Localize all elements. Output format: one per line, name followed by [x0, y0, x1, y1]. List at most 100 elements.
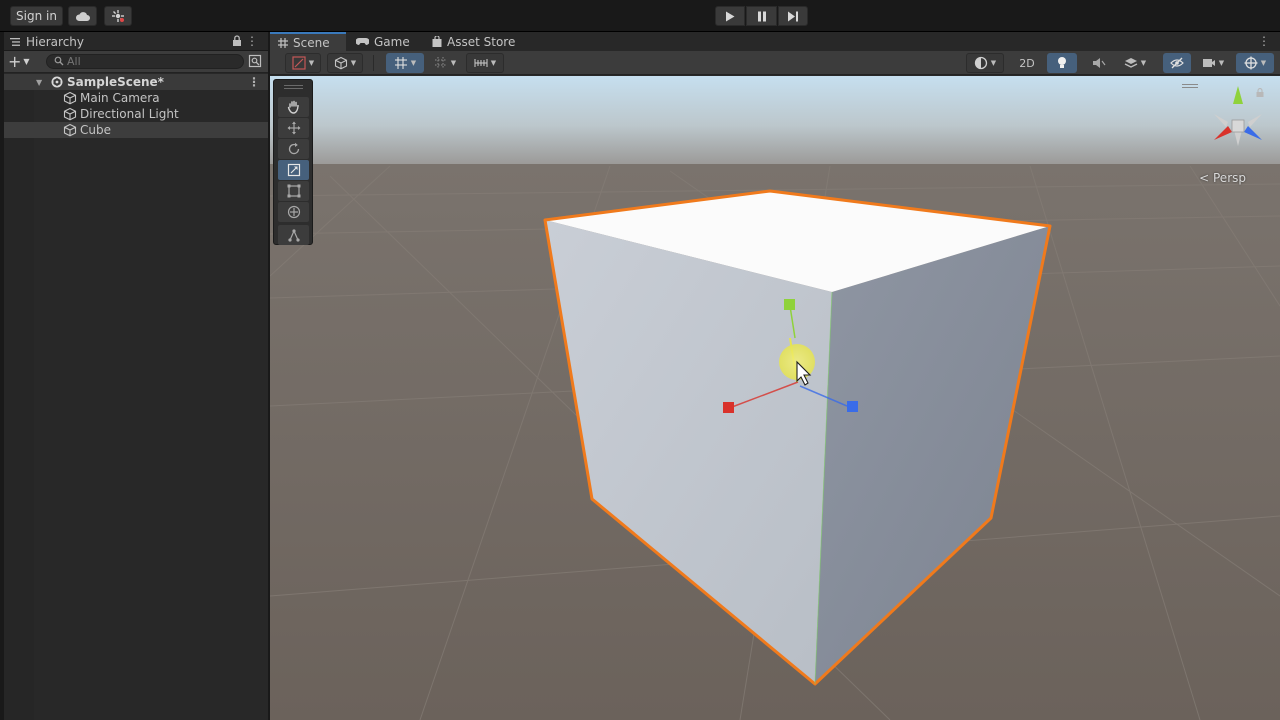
2d-toggle-button[interactable]: 2D	[1012, 53, 1042, 73]
kebab-menu-icon[interactable]: ⋮	[246, 34, 258, 48]
hierarchy-item-main-camera[interactable]: Main Camera	[4, 90, 268, 106]
tab-asset-store[interactable]: Asset Store	[424, 32, 524, 51]
gizmos-button[interactable]: ▼	[1236, 53, 1274, 73]
hierarchy-item-cube[interactable]: Cube	[4, 122, 268, 138]
ruler-icon	[474, 59, 488, 67]
hierarchy-tree: ▼ SampleScene* ⋮ Main Camera Directional…	[4, 74, 268, 138]
camera-settings-button[interactable]: ▼	[1194, 53, 1232, 73]
custom-tool[interactable]	[278, 225, 309, 245]
lock-icon[interactable]	[1256, 88, 1264, 97]
unity-scene-icon	[51, 76, 63, 88]
fold-arrow-icon[interactable]: ▼	[36, 78, 42, 87]
hierarchy-search-input[interactable]	[46, 54, 244, 69]
step-icon	[788, 11, 798, 21]
hierarchy-search-row: + ▼	[4, 51, 268, 73]
cube-icon	[334, 56, 347, 70]
gizmo-axis-neg-x[interactable]	[1214, 114, 1228, 127]
gizmo-axis-x[interactable]	[1214, 126, 1232, 140]
scale-handle-z[interactable]	[847, 401, 858, 412]
gizmo-center-cube[interactable]	[1231, 119, 1245, 133]
divider	[373, 55, 374, 71]
lighting-toggle-button[interactable]	[1047, 53, 1077, 73]
shaded-mode-icon	[292, 56, 306, 70]
gamepad-icon	[356, 38, 369, 45]
hierarchy-item-label: Cube	[80, 123, 111, 137]
collaborate-icon	[112, 10, 124, 22]
transform-icon	[287, 205, 300, 219]
grid-snap-icon	[394, 57, 407, 69]
gizmo-drag-handle[interactable]	[1182, 84, 1198, 88]
cloud-button[interactable]	[68, 6, 97, 26]
hand-icon	[287, 100, 299, 114]
layers-icon	[1124, 58, 1138, 68]
persp-label: Persp	[1213, 171, 1246, 185]
chevron-down-icon: ▼	[23, 56, 30, 66]
grid-snap-button[interactable]: ▼	[386, 53, 424, 73]
kebab-menu-icon[interactable]: ⋮	[248, 75, 260, 89]
speaker-muted-icon	[1093, 58, 1106, 68]
tool-palette	[273, 79, 313, 245]
list-icon	[10, 37, 20, 46]
collaborate-button[interactable]	[104, 6, 132, 26]
scale-handle-y[interactable]	[784, 299, 795, 310]
render-mode-button[interactable]: ▼	[327, 53, 363, 73]
chevron-down-icon: ▼	[1140, 59, 1147, 67]
grid-icon	[434, 57, 447, 69]
projection-toggle[interactable]: < Persp	[1199, 171, 1246, 185]
hierarchy-tab-bar: Hierarchy ⋮	[4, 32, 268, 51]
audio-toggle-button[interactable]	[1085, 53, 1113, 73]
pause-button[interactable]	[746, 6, 777, 26]
tab-scene[interactable]: Scene	[270, 32, 346, 51]
effects-toggle-button[interactable]: ▼	[1116, 53, 1154, 73]
play-button[interactable]	[715, 6, 745, 26]
light-bulb-icon	[1058, 57, 1066, 68]
gizmo-axis-y[interactable]	[1233, 86, 1243, 104]
pause-icon	[757, 11, 766, 21]
move-icon	[287, 121, 300, 135]
chevron-down-icon: ▼	[1218, 59, 1225, 67]
sky	[270, 76, 1280, 166]
rect-tool[interactable]	[278, 181, 309, 201]
step-button[interactable]	[778, 6, 808, 26]
gameobject-cube-icon	[63, 107, 77, 121]
rotate-icon	[288, 142, 299, 155]
orientation-toggle-button[interactable]: ▼	[966, 53, 1004, 73]
chevron-down-icon: ▼	[410, 59, 417, 67]
hierarchy-panel: Hierarchy ⋮ +▼ ▼ SampleScene* ⋮ Main Cam…	[4, 32, 268, 720]
hierarchy-item-directional-light[interactable]: Directional Light	[4, 106, 268, 122]
sign-in-button[interactable]: Sign in	[10, 6, 63, 26]
lock-icon[interactable]	[232, 35, 242, 46]
hierarchy-tab-label: Hierarchy	[26, 34, 85, 49]
camera-icon	[1202, 59, 1215, 67]
transform-tool[interactable]	[278, 202, 309, 222]
scene-row[interactable]: ▼ SampleScene* ⋮	[4, 74, 268, 90]
custom-tools-icon	[287, 229, 300, 242]
palette-drag-handle[interactable]	[284, 85, 303, 89]
scene-name: SampleScene*	[67, 75, 164, 89]
hierarchy-gutter	[4, 74, 34, 720]
gizmo-axis-neg-z[interactable]	[1248, 114, 1262, 127]
rotate-tool[interactable]	[278, 139, 309, 159]
tab-game[interactable]: Game	[348, 32, 418, 51]
hand-tool[interactable]	[278, 97, 309, 117]
chevron-down-icon: ▼	[350, 59, 357, 67]
grid-toggle-button[interactable]: ▼	[427, 53, 463, 73]
draw-mode-button[interactable]: ▼	[285, 53, 321, 73]
move-tool[interactable]	[278, 118, 309, 138]
tab-hierarchy[interactable]: Hierarchy	[4, 32, 268, 51]
add-object-button[interactable]: + ▼	[8, 51, 36, 71]
gizmo-axis-z[interactable]	[1244, 126, 1262, 140]
plus-icon: +	[8, 51, 22, 71]
scale-tool[interactable]	[278, 160, 309, 180]
hidden-objects-toggle-button[interactable]	[1163, 53, 1191, 73]
kebab-menu-icon[interactable]: ⋮	[1258, 34, 1270, 48]
increment-snap-button[interactable]: ▼	[466, 53, 504, 73]
sign-in-label: Sign in	[16, 9, 57, 23]
chevron-down-icon: ▼	[1260, 59, 1267, 67]
scale-handle-x[interactable]	[723, 402, 734, 413]
chevron-left-icon: <	[1199, 171, 1210, 185]
chevron-down-icon: ▼	[308, 59, 315, 67]
scene-viewport[interactable]: < Persp	[270, 76, 1280, 720]
search-filter-icon[interactable]	[248, 54, 262, 68]
2d-label: 2D	[1019, 56, 1035, 70]
